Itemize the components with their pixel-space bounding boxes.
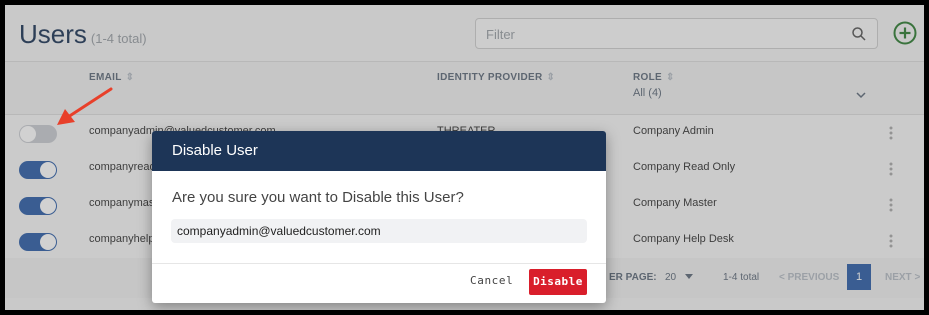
cancel-button[interactable]: Cancel	[470, 274, 513, 287]
dialog-email: companyadmin@valuedcustomer.com	[171, 219, 587, 243]
divider	[152, 263, 606, 264]
annotation-arrow-icon	[57, 87, 113, 125]
dialog-question: Are you sure you want to Disable this Us…	[172, 189, 464, 206]
disable-button[interactable]: Disable	[529, 269, 587, 295]
disable-user-dialog: Disable User Are you sure you want to Di…	[152, 131, 606, 303]
window: Users (1-4 total) Filter EMAIL ⇕ IDENTITY …	[5, 5, 924, 310]
dialog-title: Disable User	[152, 131, 606, 171]
